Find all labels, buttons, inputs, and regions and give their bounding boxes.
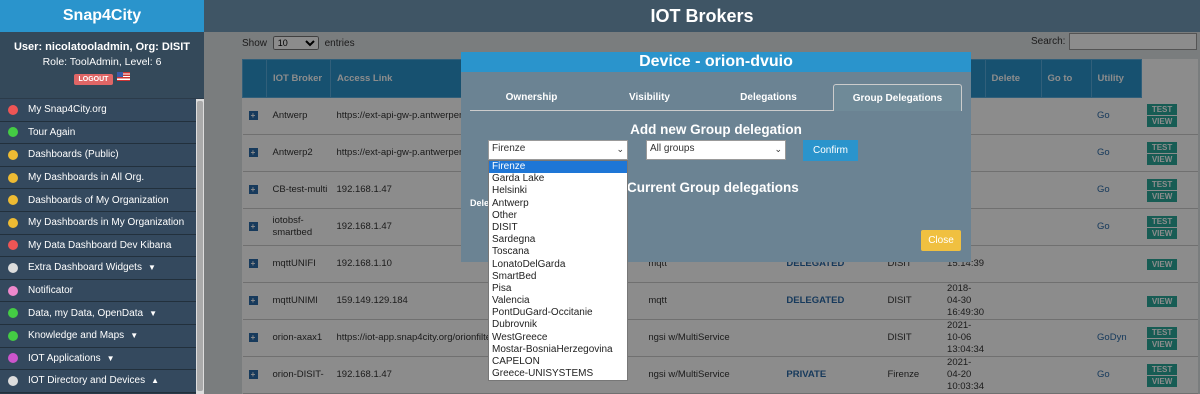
menu-item-icon (8, 127, 18, 138)
sidebar-scroll-thumb[interactable] (197, 101, 203, 391)
logout-button[interactable]: LOGOUT (73, 74, 114, 85)
dropdown-option[interactable]: Mostar-BosniaHerzegovina (489, 344, 627, 356)
group-select[interactable]: All groups ⌄ (646, 140, 786, 160)
menu-item-icon (8, 262, 18, 273)
sidebar-item-10[interactable]: Knowledge and Maps ▼ (0, 324, 196, 348)
organization-dropdown-list: Firenze Garda Lake Helsinki Antwerp Other DIS… (488, 160, 628, 381)
dropdown-option[interactable]: Valencia (489, 295, 627, 307)
tab-group-delegations[interactable]: Group Delegations (833, 84, 962, 111)
dropdown-option[interactable]: Pisa (489, 283, 627, 295)
sidebar-item-12[interactable]: IOT Directory and Devices ▲ (0, 370, 196, 393)
sidebar-item-label: IOT Applications (28, 352, 101, 364)
sidebar-item-4[interactable]: Dashboards of My Organization (0, 189, 196, 212)
sidebar-item-6[interactable]: My Data Dashboard Dev Kibana (0, 234, 196, 258)
organization-select-value: Firenze (492, 143, 526, 154)
user-info: User: nicolatooladmin, Org: DISIT Role: … (0, 32, 204, 98)
chevron-down-icon: ⌄ (616, 144, 624, 154)
sidebar-item-3[interactable]: My Dashboards in All Org. (0, 166, 196, 190)
sidebar-item-label: My Dashboards in All Org. (28, 172, 145, 184)
caret-icon: ▲ (151, 376, 159, 386)
dropdown-option[interactable]: CAPELON (489, 356, 627, 368)
sidebar-item-label: Data, my Data, OpenData (28, 307, 144, 319)
us-flag-icon[interactable] (117, 72, 131, 81)
sidebar-item-label: Dashboards of My Organization (28, 194, 169, 206)
sidebar-item-5[interactable]: My Dashboards in My Organization (0, 211, 196, 235)
menu-item-icon (8, 330, 18, 341)
dropdown-option[interactable]: PontDuGard-Occitanie (489, 307, 627, 319)
current-group-delegations-title: Current Group delegations (627, 180, 799, 195)
dropdown-option[interactable]: Helsinki (489, 185, 627, 197)
sidebar-item-label: My Snap4City.org (28, 104, 107, 116)
sidebar-item-label: Dashboards (Public) (28, 149, 119, 161)
caret-icon: ▼ (147, 263, 156, 273)
menu-item-icon (8, 104, 18, 115)
dropdown-option[interactable]: Garda Lake (489, 173, 627, 185)
sidebar-item-2[interactable]: Dashboards (Public) (0, 144, 196, 167)
user-line: User: nicolatooladmin, Org: DISIT (13, 41, 191, 53)
tab-ownership[interactable]: Ownership (470, 84, 593, 111)
confirm-button[interactable]: Confirm (803, 140, 858, 161)
modal-tabs: Ownership Visibility Delegations Group D… (470, 84, 962, 111)
role-line: Role: ToolAdmin, Level: 6 (42, 56, 162, 68)
caret-icon: ▼ (149, 308, 157, 318)
sidebar-item-8[interactable]: Notificator (0, 279, 196, 303)
brand-logo[interactable]: Snap4City (0, 0, 204, 32)
menu-item-icon (8, 240, 18, 251)
sidebar-item-1[interactable]: Tour Again (0, 121, 196, 145)
sidebar-item-label: Knowledge and Maps (28, 330, 125, 342)
sidebar-item-label: Tour Again (28, 126, 76, 138)
dropdown-option[interactable]: DISIT (489, 222, 627, 234)
menu-item-icon (8, 217, 18, 228)
caret-icon: ▼ (130, 331, 139, 341)
sidebar-item-label: Extra Dashboard Widgets (28, 262, 142, 274)
sidebar-item-9[interactable]: Data, my Data, OpenData ▼ (0, 302, 196, 325)
menu-item-icon (8, 353, 18, 364)
menu-item-icon (8, 308, 18, 319)
chevron-down-icon: ⌄ (774, 144, 782, 154)
sidebar-item-label: My Data Dashboard Dev Kibana (28, 239, 172, 251)
sidebar: Snap4City User: nicolatooladmin, Org: DI… (0, 0, 204, 394)
organization-select[interactable]: Firenze ⌄ (488, 140, 628, 160)
menu-item-icon (8, 375, 18, 386)
dropdown-option[interactable]: Antwerp (489, 198, 627, 210)
dropdown-option[interactable]: SmartBed (489, 271, 627, 283)
close-button[interactable]: Close (921, 230, 961, 251)
sidebar-item-11[interactable]: IOT Applications ▼ (0, 347, 196, 371)
menu-item-icon (8, 285, 18, 296)
dropdown-option[interactable]: Sardegna (489, 234, 627, 246)
sidebar-item-0[interactable]: My Snap4City.org (0, 99, 196, 122)
dropdown-option[interactable]: Toscana (489, 246, 627, 258)
menu-item-icon (8, 149, 18, 160)
dropdown-option[interactable]: WestGreece (489, 332, 627, 344)
tab-visibility[interactable]: Visibility (593, 84, 706, 111)
sidebar-menu: My Snap4City.org Tour Again Dashboards (Pu… (0, 99, 196, 393)
modal-title: Device - orion-dvuio (461, 52, 971, 72)
tab-delegations[interactable]: Delegations (706, 84, 831, 111)
sidebar-item-label: Notificator (28, 285, 74, 297)
dropdown-option[interactable]: LonatoDelGarda (489, 259, 627, 271)
dropdown-option[interactable]: Firenze (489, 161, 627, 174)
sidebar-item-label: My Dashboards in My Organization (28, 217, 185, 229)
page-title: IOT Brokers (204, 0, 1200, 32)
sidebar-item-7[interactable]: Extra Dashboard Widgets ▼ (0, 257, 196, 280)
dropdown-option[interactable]: Greece-UNISYSTEMS (489, 368, 627, 380)
delegations-column-label: Dele (470, 198, 490, 208)
add-group-delegation-title: Add new Group delegation (630, 122, 802, 137)
dropdown-option[interactable]: Other (489, 210, 627, 222)
sidebar-item-label: IOT Directory and Devices (28, 375, 146, 387)
caret-icon: ▼ (106, 353, 115, 363)
group-select-value: All groups (650, 143, 695, 154)
dropdown-option[interactable]: Dubrovnik (489, 319, 627, 331)
menu-item-icon (8, 172, 18, 183)
menu-item-icon (8, 195, 18, 206)
